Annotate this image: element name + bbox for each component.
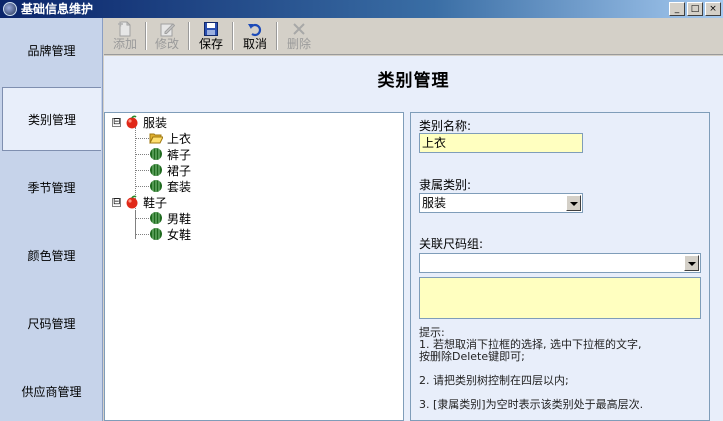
tree-node-skirt[interactable]: 裙子 (149, 162, 191, 178)
close-button[interactable]: × (705, 2, 721, 16)
tree-connector (135, 218, 149, 219)
delete-button[interactable]: 删除 (282, 20, 316, 52)
watermelon-icon (150, 164, 162, 176)
toolbar-separator (145, 22, 147, 50)
tree-node-mens-shoes[interactable]: 男鞋 (149, 210, 191, 226)
watermelon-icon (150, 180, 162, 192)
page-title: 类别管理 (377, 71, 450, 91)
cancel-button[interactable]: 取消 (238, 20, 272, 52)
delete-button-label: 删除 (286, 37, 311, 51)
edit-button-label: 修改 (154, 37, 179, 51)
toolbar-separator (276, 22, 278, 50)
tree-node-top[interactable]: 上衣 (149, 130, 191, 146)
window-title: 基础信息维护 (21, 2, 94, 16)
add-button[interactable]: 添加 (108, 20, 142, 52)
tree-node-label: 套装 (167, 179, 192, 194)
parent-category-select[interactable]: 服装 (419, 193, 583, 213)
size-group-detail[interactable] (419, 277, 701, 319)
size-group-select[interactable] (419, 253, 701, 273)
save-button[interactable]: 保存 (194, 20, 228, 52)
save-icon (204, 22, 218, 36)
tree-node-clothing[interactable]: 服装 (125, 114, 167, 130)
toolbar: 添加 修改 保存 取消 删除 (104, 18, 723, 55)
nav-item-color[interactable]: 颜色管理 (2, 223, 101, 287)
watermelon-icon (150, 148, 162, 160)
toolbar-separator (232, 22, 234, 50)
nav-item-category[interactable]: 类别管理 (2, 87, 101, 151)
window-controls: _ □ × (669, 2, 721, 16)
tree-node-womens-shoes[interactable]: 女鞋 (149, 226, 191, 242)
add-document-icon (118, 21, 131, 37)
tree-node-label: 上衣 (167, 131, 192, 146)
tree-expander[interactable]: ⊟ (112, 198, 121, 207)
hint-line-1b: 按删除Delete键即可; (419, 350, 525, 363)
category-name-label: 类别名称: (419, 119, 472, 133)
minimize-button[interactable]: _ (669, 2, 685, 16)
hint-line-2: 2. 请把类别树控制在四层以内; (419, 374, 569, 387)
tree-node-suit[interactable]: 套装 (149, 178, 191, 194)
tree-node-label: 男鞋 (167, 211, 192, 226)
category-tree[interactable]: ⊟ 服装 上衣 裤子 裙子 套装 ⊟ 鞋子 男鞋 女鞋 (104, 112, 404, 421)
tree-node-label: 裤子 (167, 147, 192, 162)
maximize-button[interactable]: □ (687, 2, 703, 16)
edit-icon (160, 23, 175, 37)
watermelon-icon (150, 212, 162, 224)
chevron-down-icon[interactable] (566, 195, 581, 211)
cancel-button-label: 取消 (242, 37, 267, 51)
tree-node-label: 女鞋 (167, 227, 192, 242)
watermelon-icon (150, 228, 162, 240)
toolbar-separator (188, 22, 190, 50)
hint-line-3: 3. [隶属类别]为空时表示该类别处于最高层次. (419, 398, 644, 411)
open-folder-icon (149, 133, 163, 144)
window-titlebar: 基础信息维护 _ □ × (0, 0, 723, 18)
red-apple-icon (126, 115, 138, 129)
edit-button[interactable]: 修改 (150, 20, 184, 52)
category-form: 类别名称: 上衣 隶属类别: 服装 关联尺码组: 提示: 1. 若想取消下拉框的… (410, 112, 710, 421)
undo-icon (248, 23, 262, 37)
tree-node-label: 服装 (143, 115, 168, 130)
nav-item-supplier[interactable]: 供应商管理 (2, 359, 101, 421)
left-nav: 品牌管理 类别管理 季节管理 颜色管理 尺码管理 供应商管理 (0, 18, 103, 421)
tree-connector (135, 186, 149, 187)
tree-node-label: 裙子 (167, 163, 192, 178)
tree-node-pants[interactable]: 裤子 (149, 146, 191, 162)
tree-node-shoes[interactable]: 鞋子 (125, 194, 167, 210)
category-name-input[interactable]: 上衣 (419, 133, 583, 153)
nav-item-season[interactable]: 季节管理 (2, 155, 101, 219)
parent-category-label: 隶属类别: (419, 178, 472, 192)
tree-connector (135, 154, 149, 155)
nav-item-size[interactable]: 尺码管理 (2, 291, 101, 355)
content-area: 类别管理 ⊟ 服装 上衣 裤子 裙子 套装 ⊟ 鞋子 男鞋 女鞋 类别名称: 上… (104, 56, 723, 421)
red-apple-icon (126, 195, 138, 209)
chevron-down-icon[interactable] (684, 255, 699, 271)
tree-node-label: 鞋子 (143, 195, 168, 210)
nav-item-brand[interactable]: 品牌管理 (2, 18, 101, 82)
tree-connector (135, 138, 149, 139)
size-group-label: 关联尺码组: (419, 237, 484, 251)
save-button-label: 保存 (198, 37, 223, 51)
add-button-label: 添加 (112, 37, 137, 51)
tree-connector (135, 234, 149, 235)
tree-expander[interactable]: ⊟ (112, 118, 121, 127)
delete-x-icon (293, 23, 305, 35)
parent-category-value: 服装 (422, 196, 447, 210)
tree-connector (135, 170, 149, 171)
app-icon (3, 2, 17, 16)
